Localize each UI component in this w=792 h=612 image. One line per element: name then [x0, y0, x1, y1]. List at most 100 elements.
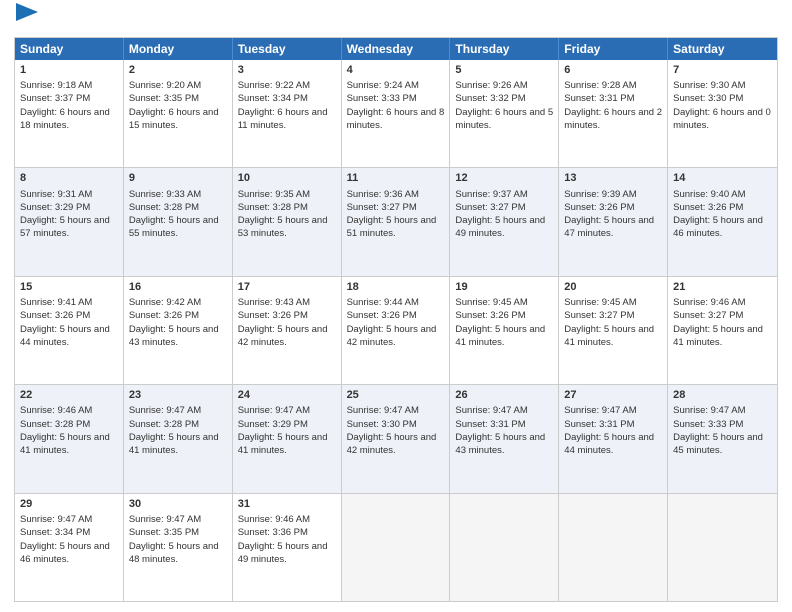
sunrise-text: Sunrise: 9:47 AM — [20, 514, 92, 525]
day-number: 21 — [673, 280, 772, 295]
sunrise-text: Sunrise: 9:36 AM — [347, 189, 419, 200]
day-cell-9: 9Sunrise: 9:33 AMSunset: 3:28 PMDaylight… — [124, 168, 233, 275]
day-number: 19 — [455, 280, 553, 295]
sunrise-text: Sunrise: 9:40 AM — [673, 189, 745, 200]
day-number: 14 — [673, 171, 772, 186]
sunrise-text: Sunrise: 9:47 AM — [673, 405, 745, 416]
daylight-text: Daylight: 5 hours and 41 minutes. — [564, 324, 654, 348]
sunset-text: Sunset: 3:32 PM — [455, 93, 525, 104]
sunset-text: Sunset: 3:26 PM — [455, 310, 525, 321]
daylight-text: Daylight: 5 hours and 57 minutes. — [20, 215, 110, 239]
day-cell-21: 21Sunrise: 9:46 AMSunset: 3:27 PMDayligh… — [668, 277, 777, 384]
day-cell-7: 7Sunrise: 9:30 AMSunset: 3:30 PMDaylight… — [668, 60, 777, 167]
sunset-text: Sunset: 3:31 PM — [564, 419, 634, 430]
daylight-text: Daylight: 6 hours and 5 minutes. — [455, 107, 553, 131]
day-cell-20: 20 Sunrise: 9:45 AM Sunset: 3:27 PM Dayligh… — [559, 277, 668, 384]
day-cell-5: 5Sunrise: 9:26 AMSunset: 3:32 PMDaylight… — [450, 60, 559, 167]
sunrise-text: Sunrise: 9:45 AM — [455, 297, 527, 308]
calendar-row-3: 15 Sunrise: 9:41 AM Sunset: 3:26 PM Dayligh… — [15, 276, 777, 384]
sunset-text: Sunset: 3:35 PM — [129, 93, 199, 104]
sunset-text: Sunset: 3:30 PM — [347, 419, 417, 430]
day-number: 15 — [20, 280, 118, 295]
day-header-sunday: Sunday — [15, 38, 124, 60]
sunset-text: Sunset: 3:30 PM — [673, 93, 743, 104]
day-header-friday: Friday — [559, 38, 668, 60]
daylight-text: Daylight: 5 hours and 47 minutes. — [564, 215, 654, 239]
sunset-text: Sunset: 3:28 PM — [129, 419, 199, 430]
day-cell-4: 4Sunrise: 9:24 AMSunset: 3:33 PMDaylight… — [342, 60, 451, 167]
day-number: 6 — [564, 63, 662, 78]
day-number: 4 — [347, 63, 445, 78]
sunrise-text: Sunrise: 9:47 AM — [564, 405, 636, 416]
sunrise-text: Sunrise: 9:30 AM — [673, 80, 745, 91]
day-cell-10: 10Sunrise: 9:35 AMSunset: 3:28 PMDayligh… — [233, 168, 342, 275]
day-number: 2 — [129, 63, 227, 78]
sunset-text: Sunset: 3:26 PM — [129, 310, 199, 321]
sunrise-text: Sunrise: 9:45 AM — [564, 297, 636, 308]
sunset-text: Sunset: 3:28 PM — [129, 202, 199, 213]
day-cell-29: 29Sunrise: 9:47 AMSunset: 3:34 PMDayligh… — [15, 494, 124, 601]
daylight-text: Daylight: 5 hours and 42 minutes. — [347, 324, 437, 348]
day-number: 18 — [347, 280, 445, 295]
day-number: 31 — [238, 497, 336, 512]
sunrise-text: Sunrise: 9:28 AM — [564, 80, 636, 91]
sunrise-text: Sunrise: 9:18 AM — [20, 80, 92, 91]
day-number: 24 — [238, 388, 336, 403]
day-number: 13 — [564, 171, 662, 186]
page-header — [14, 10, 778, 29]
day-cell-15: 15Sunrise: 9:41 AMSunset: 3:26 PMDayligh… — [15, 277, 124, 384]
sunset-text: Sunset: 3:26 PM — [673, 202, 743, 213]
day-number: 20 — [564, 280, 662, 295]
calendar-row-2: 8Sunrise: 9:31 AMSunset: 3:29 PMDaylight… — [15, 167, 777, 275]
sunset-text: Sunset: 3:26 PM — [238, 310, 308, 321]
daylight-text: Daylight: 6 hours and 18 minutes. — [20, 107, 110, 131]
sunset-text: Sunset: 3:33 PM — [673, 419, 743, 430]
daylight-text: Daylight: 5 hours and 45 minutes. — [673, 432, 763, 456]
day-number: 26 — [455, 388, 553, 403]
sunrise-text: Sunrise: 9:46 AM — [673, 297, 745, 308]
day-number: 28 — [673, 388, 772, 403]
day-number: 12 — [455, 171, 553, 186]
logo-arrow-icon — [16, 3, 38, 21]
daylight-text: Daylight: 5 hours and 49 minutes. — [238, 541, 328, 565]
day-number: 17 — [238, 280, 336, 295]
day-number: 30 — [129, 497, 227, 512]
sunset-text: Sunset: 3:27 PM — [347, 202, 417, 213]
day-cell-3: 3Sunrise: 9:22 AMSunset: 3:34 PMDaylight… — [233, 60, 342, 167]
daylight-text: Daylight: 5 hours and 53 minutes. — [238, 215, 328, 239]
calendar-row-5: 29Sunrise: 9:47 AMSunset: 3:34 PMDayligh… — [15, 493, 777, 601]
sunrise-text: Sunrise: 9:42 AM — [129, 297, 201, 308]
sunset-text: Sunset: 3:27 PM — [455, 202, 525, 213]
sunrise-text: Sunrise: 9:39 AM — [564, 189, 636, 200]
sunset-text: Sunset: 3:27 PM — [564, 310, 634, 321]
daylight-text: Daylight: 5 hours and 43 minutes. — [129, 324, 219, 348]
empty-cell — [559, 494, 668, 601]
day-cell-24: 24Sunrise: 9:47 AMSunset: 3:29 PMDayligh… — [233, 385, 342, 492]
daylight-text: Daylight: 6 hours and 8 minutes. — [347, 107, 445, 131]
sunset-text: Sunset: 3:34 PM — [238, 93, 308, 104]
day-number: 23 — [129, 388, 227, 403]
sunrise-text: Sunrise: 9:20 AM — [129, 80, 201, 91]
day-cell-25: 25Sunrise: 9:47 AMSunset: 3:30 PMDayligh… — [342, 385, 451, 492]
daylight-text: Daylight: 5 hours and 41 minutes. — [238, 432, 328, 456]
sunrise-text: Sunrise: 9:47 AM — [238, 405, 310, 416]
sunrise-text: Sunrise: 9:24 AM — [347, 80, 419, 91]
empty-cell — [450, 494, 559, 601]
day-cell-14: 14Sunrise: 9:40 AMSunset: 3:26 PMDayligh… — [668, 168, 777, 275]
daylight-text: Daylight: 5 hours and 43 minutes. — [455, 432, 545, 456]
daylight-text: Daylight: 5 hours and 48 minutes. — [129, 541, 219, 565]
day-cell-11: 11Sunrise: 9:36 AMSunset: 3:27 PMDayligh… — [342, 168, 451, 275]
sunrise-text: Sunrise: 9:41 AM — [20, 297, 92, 308]
day-cell-30: 30Sunrise: 9:47 AMSunset: 3:35 PMDayligh… — [124, 494, 233, 601]
sunrise-text: Sunrise: 9:31 AM — [20, 189, 92, 200]
sunset-text: Sunset: 3:27 PM — [673, 310, 743, 321]
day-header-wednesday: Wednesday — [342, 38, 451, 60]
sunset-text: Sunset: 3:26 PM — [347, 310, 417, 321]
sunset-text: Sunset: 3:28 PM — [20, 419, 90, 430]
sunrise-text: Sunrise: 9:47 AM — [455, 405, 527, 416]
calendar-row-1: 1Sunrise: 9:18 AMSunset: 3:37 PMDaylight… — [15, 60, 777, 167]
day-number: 11 — [347, 171, 445, 186]
day-cell-6: 6Sunrise: 9:28 AMSunset: 3:31 PMDaylight… — [559, 60, 668, 167]
sunrise-text: Sunrise: 9:46 AM — [238, 514, 310, 525]
sunrise-text: Sunrise: 9:33 AM — [129, 189, 201, 200]
